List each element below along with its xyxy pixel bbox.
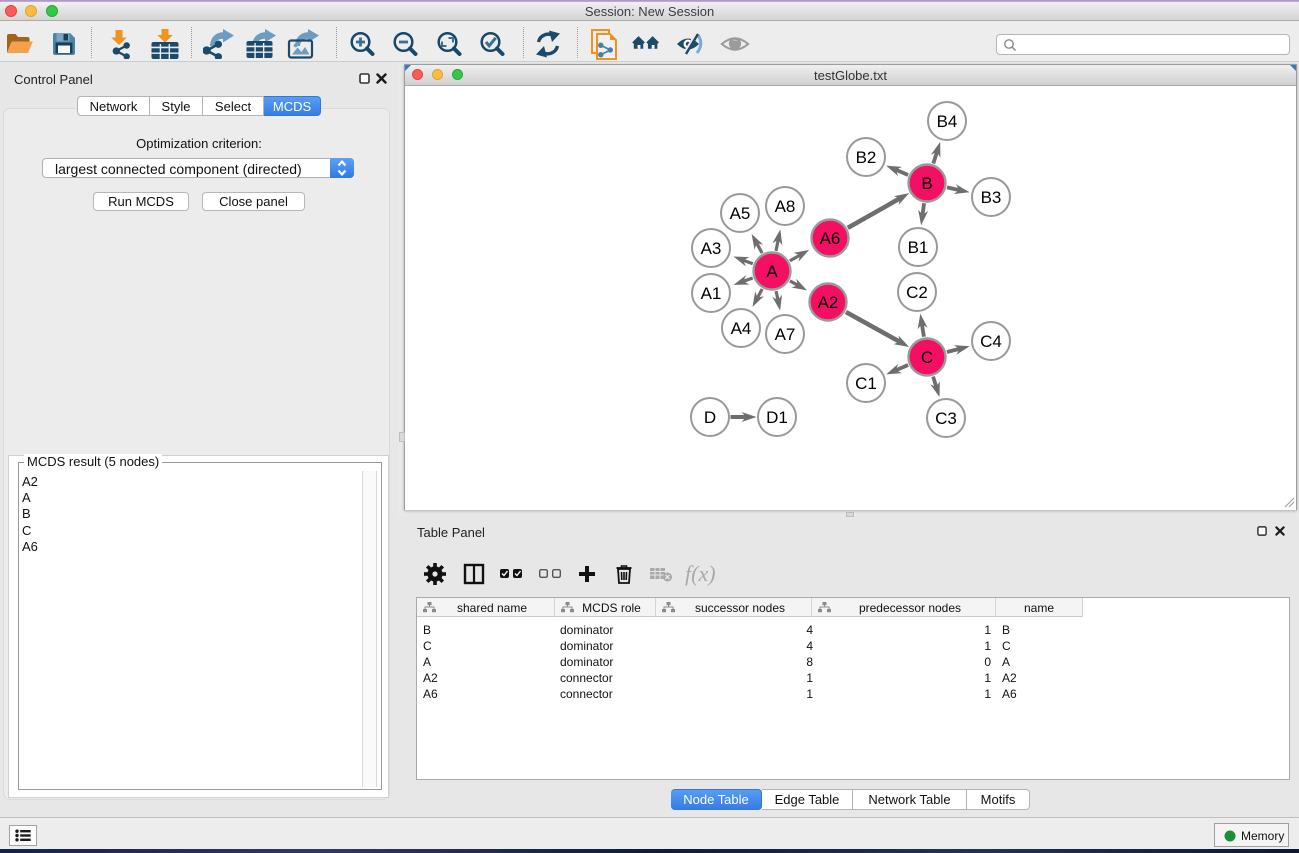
svg-text:C4: C4: [980, 332, 1002, 351]
svg-text:A4: A4: [731, 319, 752, 338]
svg-text:A7: A7: [775, 325, 796, 344]
svg-text:C2: C2: [906, 283, 928, 302]
svg-text:A: A: [766, 262, 778, 281]
svg-text:A8: A8: [775, 197, 796, 216]
svg-text:D: D: [704, 408, 716, 427]
svg-text:B4: B4: [937, 112, 958, 131]
svg-text:D1: D1: [766, 408, 788, 427]
svg-text:B3: B3: [981, 188, 1002, 207]
svg-text:A5: A5: [730, 204, 751, 223]
svg-text:A6: A6: [820, 229, 841, 248]
svg-text:A3: A3: [701, 239, 722, 258]
svg-text:A2: A2: [818, 293, 839, 312]
svg-text:A1: A1: [701, 284, 722, 303]
svg-text:B2: B2: [856, 148, 877, 167]
svg-text:C3: C3: [935, 409, 957, 428]
svg-text:C1: C1: [855, 374, 877, 393]
svg-text:C: C: [921, 348, 933, 367]
svg-text:B: B: [921, 174, 932, 193]
svg-text:B1: B1: [908, 238, 929, 257]
